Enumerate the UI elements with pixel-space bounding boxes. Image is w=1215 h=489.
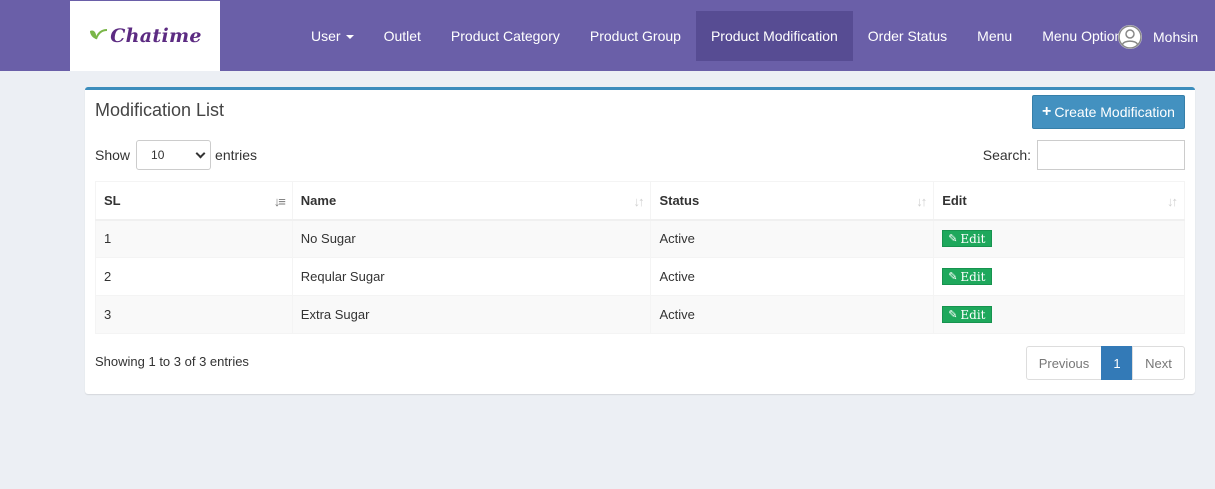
caret-down-icon: [345, 35, 354, 39]
next-page-button[interactable]: Next: [1132, 346, 1185, 380]
nav-item-label: User: [311, 28, 341, 44]
entries-label: entries: [215, 147, 258, 163]
logo-wordmark: Chatime: [88, 25, 202, 47]
brand-name: Chatime: [110, 25, 202, 47]
chatime-leaf-icon: [90, 29, 108, 40]
edit-button-label: Edit: [960, 307, 986, 322]
user-menu[interactable]: Mohsin: [1118, 24, 1198, 49]
cell-edit: ✎ Edit: [933, 219, 1185, 258]
nav-item-product-group[interactable]: Product Group: [575, 11, 696, 61]
cell-sl: 3: [95, 295, 293, 334]
create-button-label: Create Modification: [1054, 104, 1175, 120]
user-avatar-icon: [1118, 24, 1142, 49]
top-navbar: Chatime User Outlet Product Category Pro…: [0, 0, 1215, 71]
previous-page-button[interactable]: Previous: [1026, 346, 1102, 380]
nav-item-user[interactable]: User: [296, 11, 369, 61]
plus-icon: +: [1042, 103, 1052, 120]
table-row: 3 Extra Sugar Active ✎ Edit: [95, 295, 1185, 334]
edit-button-label: Edit: [960, 269, 986, 284]
edit-button[interactable]: ✎ Edit: [942, 306, 992, 323]
column-header-status[interactable]: Status ↓↑: [650, 181, 935, 221]
table-row: 2 Reqular Sugar Active ✎ Edit: [95, 257, 1185, 296]
cell-edit: ✎ Edit: [933, 295, 1185, 334]
nav-item-label: Outlet: [383, 28, 421, 44]
edit-icon: ✎: [948, 308, 958, 321]
column-header-name[interactable]: Name ↓↑: [291, 181, 652, 221]
column-header-label: Status: [659, 192, 700, 208]
sort-icon: ↓↑: [633, 194, 644, 209]
column-header-sl[interactable]: SL ↓≡: [95, 181, 293, 221]
nav-item-menu[interactable]: Menu: [962, 11, 1027, 61]
column-header-label: Edit: [942, 192, 967, 208]
nav-item-product-modification[interactable]: Product Modification: [695, 11, 853, 61]
page-length-value: 10: [151, 148, 165, 162]
column-header-label: SL: [104, 192, 121, 208]
cell-edit: ✎ Edit: [933, 257, 1185, 296]
pagination: Previous 1 Next: [1026, 346, 1185, 380]
search-input[interactable]: [1037, 140, 1185, 170]
nav-item-label: Order Status: [867, 28, 948, 44]
page-length-select[interactable]: 10: [136, 140, 212, 170]
table-header-row: SL ↓≡ Name ↓↑ Status ↓↑ Edit ↓↑: [95, 181, 1185, 221]
show-label: Show: [95, 147, 131, 163]
sort-asc-icon: ↓≡: [273, 194, 286, 209]
edit-button[interactable]: ✎ Edit: [942, 268, 992, 285]
edit-icon: ✎: [948, 232, 958, 246]
entries-length-control: Show 10 entries: [95, 140, 257, 170]
table-info: Showing 1 to 3 of 3 entries: [95, 354, 249, 369]
nav-item-label: Product Category: [450, 28, 560, 44]
chevron-down-icon: [195, 148, 206, 158]
user-name: Mohsin: [1153, 28, 1199, 45]
search-label: Search:: [982, 147, 1031, 163]
cell-status: Active: [650, 219, 935, 258]
create-modification-button[interactable]: + Create Modification: [1032, 95, 1185, 129]
edit-button[interactable]: ✎ Edit: [942, 230, 992, 248]
nav-item-outlet[interactable]: Outlet: [369, 11, 436, 61]
search-control: Search:: [983, 140, 1185, 170]
cell-name: No Sugar: [291, 219, 652, 258]
sort-icon: ↓↑: [916, 194, 927, 209]
nav-item-product-category[interactable]: Product Category: [436, 11, 575, 61]
modification-list-card: Modification List + Create Modification …: [85, 87, 1195, 394]
edit-button-label: Edit: [960, 231, 986, 246]
column-header-label: Name: [300, 192, 337, 208]
cell-name: Extra Sugar: [291, 295, 652, 334]
column-header-edit[interactable]: Edit ↓↑: [933, 181, 1185, 221]
cell-sl: 1: [95, 219, 293, 258]
page-title: Modification List: [95, 100, 225, 120]
nav-item-order-status[interactable]: Order Status: [853, 11, 962, 61]
nav-item-label: Menu Option: [1042, 28, 1123, 44]
nav-item-label: Menu: [977, 28, 1013, 44]
cell-sl: 2: [95, 257, 293, 296]
main-nav: User Outlet Product Category Product Gro…: [296, 11, 1137, 61]
page-1-button[interactable]: 1: [1101, 346, 1133, 380]
table-row: 1 No Sugar Active ✎ Edit: [95, 219, 1185, 258]
cell-status: Active: [650, 257, 935, 296]
nav-item-label: Product Group: [589, 28, 681, 44]
cell-name: Reqular Sugar: [291, 257, 652, 296]
edit-icon: ✎: [948, 270, 958, 283]
brand-logo[interactable]: Chatime: [70, 1, 220, 71]
sort-icon: ↓↑: [1167, 194, 1178, 209]
cell-status: Active: [650, 295, 935, 334]
nav-item-label: Product Modification: [710, 28, 838, 44]
modification-table: SL ↓≡ Name ↓↑ Status ↓↑ Edit ↓↑ 1 No Sug…: [95, 181, 1185, 334]
